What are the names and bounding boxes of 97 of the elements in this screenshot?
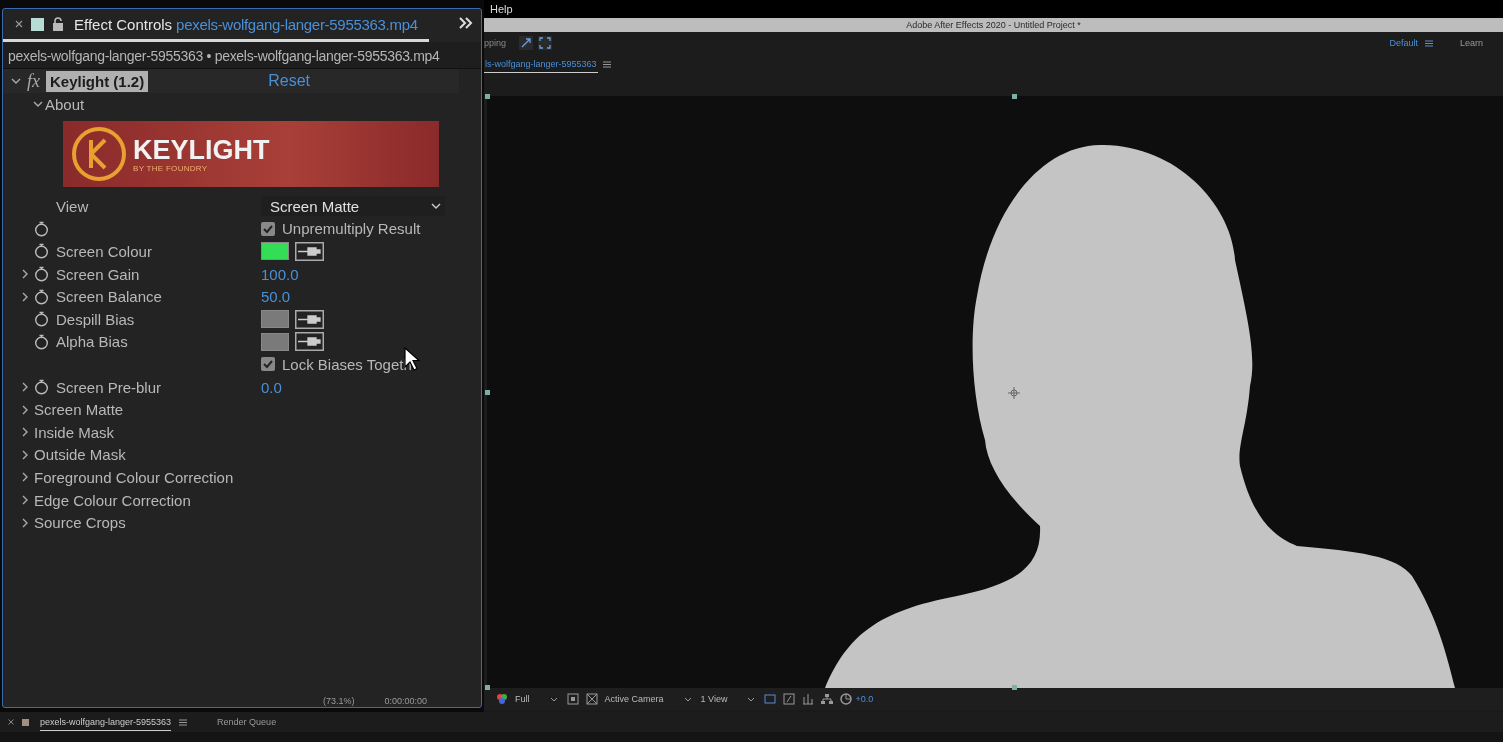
stopwatch-icon[interactable]: [34, 311, 49, 328]
property-group-label[interactable]: Source Crops: [34, 514, 126, 532]
property-label: Screen Colour: [56, 243, 152, 260]
property-label: Alpha Bias: [56, 333, 128, 351]
color-channels-icon[interactable]: [496, 693, 508, 705]
color-swatch[interactable]: [261, 332, 289, 351]
value-field[interactable]: 50.0: [261, 288, 291, 306]
window-title: Adobe After Effects 2020 - Untitled Project *: [906, 20, 1081, 30]
chevron-icon[interactable]: [20, 495, 30, 505]
property-label: Despill Bias: [56, 310, 135, 328]
caret-icon: [549, 696, 558, 702]
transform-handle[interactable]: [1012, 94, 1017, 99]
menu-icon[interactable]: [1424, 39, 1433, 47]
stopwatch-icon[interactable]: [34, 333, 49, 350]
property-label: Screen Gain: [56, 265, 140, 283]
menu-icon[interactable]: [602, 60, 611, 68]
close-icon[interactable]: [15, 20, 23, 28]
fx-label[interactable]: fx: [27, 70, 40, 92]
frame-icon[interactable]: [764, 693, 777, 705]
transform-handle[interactable]: [485, 685, 490, 690]
property-label: Screen Pre-blur: [56, 378, 162, 396]
view-dropdown[interactable]: Screen Matte: [261, 196, 445, 217]
eyedropper-icon[interactable]: [295, 309, 324, 329]
fast-preview-icon[interactable]: [783, 693, 796, 705]
property-label: Screen Balance: [56, 288, 162, 306]
timeline-tab[interactable]: pexels-wolfgang-langer-5955363: [40, 713, 172, 731]
chevron-icon[interactable]: [20, 404, 30, 415]
composition-tab[interactable]: ls-wolfgang-langer-5955363: [484, 55, 598, 73]
caret-icon: [747, 696, 756, 702]
value-field[interactable]: 100.0: [261, 265, 299, 283]
reset-link[interactable]: Reset: [268, 72, 310, 90]
workspace-tab[interactable]: Learn: [1459, 38, 1483, 48]
flowchart-icon[interactable]: [821, 693, 834, 705]
caret-icon: [683, 696, 692, 702]
logo-subtext: BY THE FOUNDRY: [133, 163, 209, 173]
checkbox-label[interactable]: Unpremultiply Result: [282, 220, 421, 238]
stopwatch-icon[interactable]: [34, 379, 49, 396]
layer-name-link[interactable]: pexels-wolfgang-langer-5955363.mp4: [176, 15, 418, 33]
camera-dropdown[interactable]: Active Camera: [604, 694, 692, 704]
chevron-icon[interactable]: [33, 99, 43, 109]
property-group-label[interactable]: Foreground Colour Correction: [34, 468, 234, 486]
value-field[interactable]: 0.0: [261, 378, 282, 396]
keylight-logo-icon: [71, 126, 127, 182]
menu-icon[interactable]: [179, 718, 188, 726]
breadcrumb: pexels-wolfgang-langer-5955363 • pexels-wolfgang-langer-5955363.mp4: [3, 42, 481, 69]
viewer-readout: (73.1%): [323, 696, 355, 706]
exposure-icon[interactable]: [840, 693, 853, 705]
checkbox[interactable]: [261, 221, 275, 236]
chevron-icon[interactable]: [20, 449, 30, 460]
chevron-icon[interactable]: [20, 269, 30, 280]
viewer-readout: 0:00:00:00: [384, 696, 428, 706]
composition-icon: [22, 718, 29, 726]
about-label[interactable]: About: [45, 95, 85, 113]
lock-icon[interactable]: [52, 17, 64, 31]
property-group-label[interactable]: Edge Colour Correction: [34, 491, 191, 509]
chevron-icon[interactable]: [20, 517, 30, 528]
snap-icon[interactable]: [519, 36, 534, 50]
logo-text: KEYLIGHT: [133, 135, 270, 164]
checkbox[interactable]: [261, 357, 275, 372]
stopwatch-icon[interactable]: [34, 288, 49, 305]
property-group-label[interactable]: Outside Mask: [34, 446, 126, 464]
chevron-icon[interactable]: [20, 291, 30, 302]
timeline-tab[interactable]: Render Queue: [217, 714, 277, 730]
resolution-dropdown[interactable]: Full: [515, 694, 558, 704]
property-group-label[interactable]: Inside Mask: [34, 423, 115, 441]
close-icon[interactable]: [8, 719, 14, 725]
transform-handle[interactable]: [485, 94, 490, 99]
chevron-icon[interactable]: [11, 76, 21, 86]
chevron-icon[interactable]: [20, 382, 30, 393]
snapping-label: pping: [484, 38, 507, 48]
view-layout-dropdown[interactable]: 1 View: [700, 694, 756, 704]
color-swatch[interactable]: [261, 242, 289, 261]
panel-title[interactable]: Effect Controls: [74, 15, 173, 33]
color-swatch[interactable]: [261, 310, 289, 329]
stopwatch-icon[interactable]: [34, 220, 49, 237]
caret-icon: [431, 202, 441, 210]
transform-handle[interactable]: [1012, 685, 1017, 690]
transform-handle[interactable]: [485, 390, 490, 395]
expand-icon[interactable]: [538, 36, 553, 50]
exposure-value[interactable]: +0.0: [855, 694, 874, 704]
property-group-label[interactable]: Screen Matte: [34, 401, 124, 419]
chevron-icon[interactable]: [20, 472, 30, 483]
eyedropper-icon[interactable]: [295, 332, 324, 352]
effect-name[interactable]: Keylight (1.2): [46, 70, 149, 92]
region-icon[interactable]: [566, 693, 579, 705]
chart-icon[interactable]: [802, 693, 815, 705]
eyedropper-icon[interactable]: [295, 242, 324, 261]
workspace-tab[interactable]: Default: [1389, 38, 1418, 48]
property-label: View: [56, 197, 89, 215]
grid-icon[interactable]: [585, 693, 598, 705]
anchor-point-icon[interactable]: [1008, 387, 1020, 399]
chevron-icon[interactable]: [20, 427, 30, 438]
menu-item[interactable]: Help: [490, 3, 513, 15]
stopwatch-icon[interactable]: [34, 266, 49, 283]
panel-color-icon: [31, 17, 44, 31]
double-chevron-icon[interactable]: [459, 17, 473, 29]
stopwatch-icon[interactable]: [34, 243, 49, 260]
